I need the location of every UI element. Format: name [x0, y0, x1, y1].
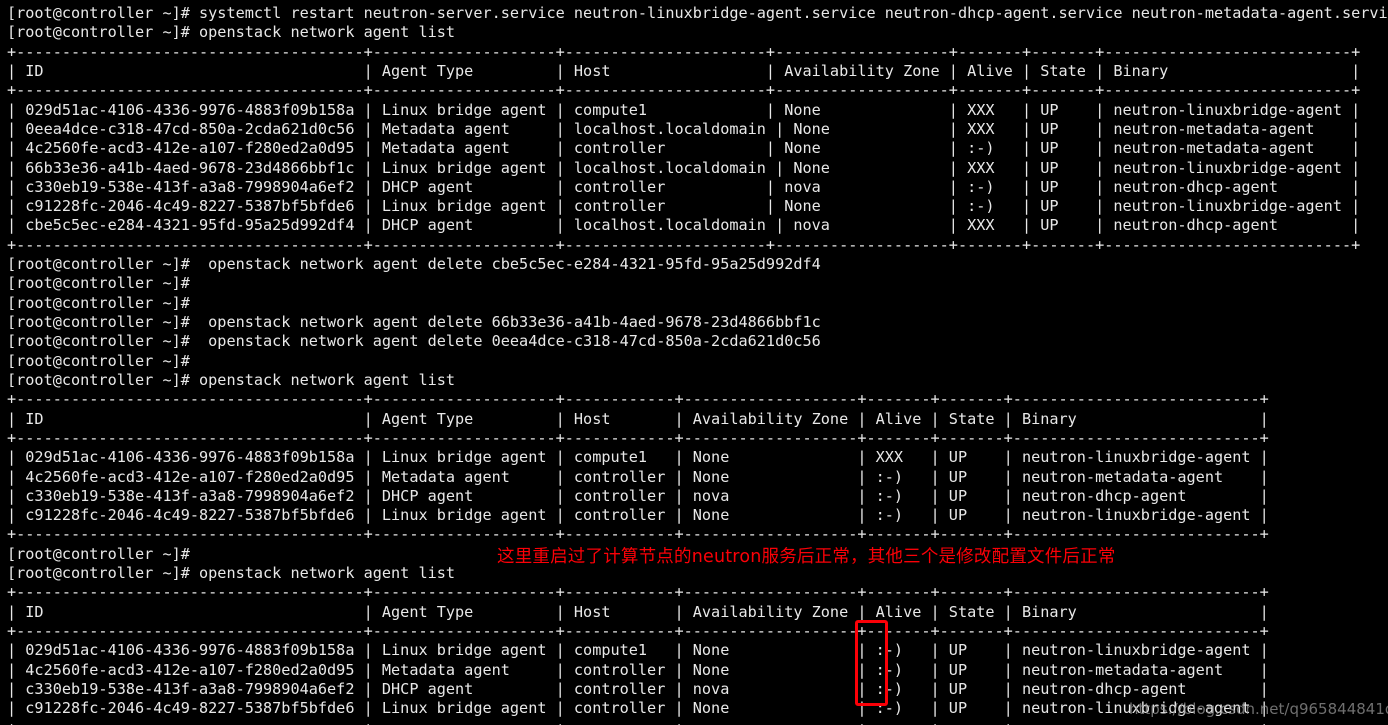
terminal-line: +--------------------------------------+…	[7, 428, 1269, 447]
terminal-line: +--------------------------------------+…	[7, 622, 1269, 640]
terminal-line: +--------------------------------------+…	[7, 390, 1269, 409]
terminal-line: | 4c2560fe-acd3-412e-a107-f280ed2a0d95 |…	[7, 467, 1269, 486]
terminal-line: [root@controller ~]#	[7, 274, 190, 293]
terminal-line: [root@controller ~]# openstack network a…	[7, 313, 821, 331]
csdn-watermark: https://blog.csdn.net/q965844841qq	[1129, 700, 1388, 718]
terminal-line: +--------------------------------------+…	[7, 719, 1388, 725]
terminal-line: +--------------------------------------+…	[7, 81, 1361, 100]
terminal-line: | ID | Agent Type | Host | Availability …	[7, 602, 1269, 621]
terminal-line: | c330eb19-538e-413f-a3a8-7998904a6ef2 |…	[7, 486, 1269, 505]
terminal-line: +--------------------------------------+…	[7, 42, 1361, 61]
terminal-line: | 029d51ac-4106-4336-9976-4883f09b158a |…	[7, 641, 1269, 660]
terminal-line: [root@controller ~]# openstack network a…	[7, 23, 456, 42]
terminal-line: | c330eb19-538e-413f-a3a8-7998904a6ef2 |…	[7, 177, 1361, 196]
terminal-line: [root@controller ~]# openstack network a…	[7, 370, 456, 389]
terminal-line: +--------------------------------------+…	[7, 235, 1361, 254]
red-annotation-text: 这里重启过了计算节点的neutron服务后正常，其他三个是修改配置文件后正常	[497, 547, 1116, 567]
terminal-line: [root@controller ~]# systemctl restart n…	[7, 4, 1388, 22]
terminal-line: | 029d51ac-4106-4336-9976-4883f09b158a |…	[7, 448, 1269, 467]
terminal-line: | 029d51ac-4106-4336-9976-4883f09b158a |…	[7, 100, 1361, 119]
terminal-line: +--------------------------------------+…	[7, 583, 1269, 602]
terminal-line: [root@controller ~]#	[7, 351, 190, 370]
terminal-line: | 4c2560fe-acd3-412e-a107-f280ed2a0d95 |…	[7, 139, 1361, 158]
terminal-line: | ID | Agent Type | Host | Availability …	[7, 409, 1269, 428]
terminal-line: [root@controller ~]# openstack network a…	[7, 332, 821, 351]
terminal-line: | 4c2560fe-acd3-412e-a107-f280ed2a0d95 |…	[7, 660, 1269, 679]
terminal-line: | 66b33e36-a41b-4aed-9678-23d4866bbf1c |…	[7, 158, 1361, 177]
terminal-line: | ID | Agent Type | Host | Availability …	[7, 61, 1361, 80]
terminal-line: [root@controller ~]# openstack network a…	[7, 255, 821, 274]
terminal-line: | c330eb19-538e-413f-a3a8-7998904a6ef2 |…	[7, 679, 1269, 698]
terminal-output[interactable]: [root@controller ~]# systemctl restart n…	[0, 0, 1388, 725]
terminal-line: | 0eea4dce-c318-47cd-850a-2cda621d0c56 |…	[7, 119, 1361, 138]
terminal-line: | c91228fc-2046-4c49-8227-5387bf5bfde6 |…	[7, 506, 1269, 525]
terminal-line: | c91228fc-2046-4c49-8227-5387bf5bfde6 |…	[7, 197, 1361, 216]
terminal-line: | cbe5c5ec-e284-4321-95fd-95a25d992df4 |…	[7, 216, 1361, 235]
terminal-line: [root@controller ~]#	[7, 293, 190, 312]
terminal-line: +--------------------------------------+…	[7, 525, 1269, 544]
